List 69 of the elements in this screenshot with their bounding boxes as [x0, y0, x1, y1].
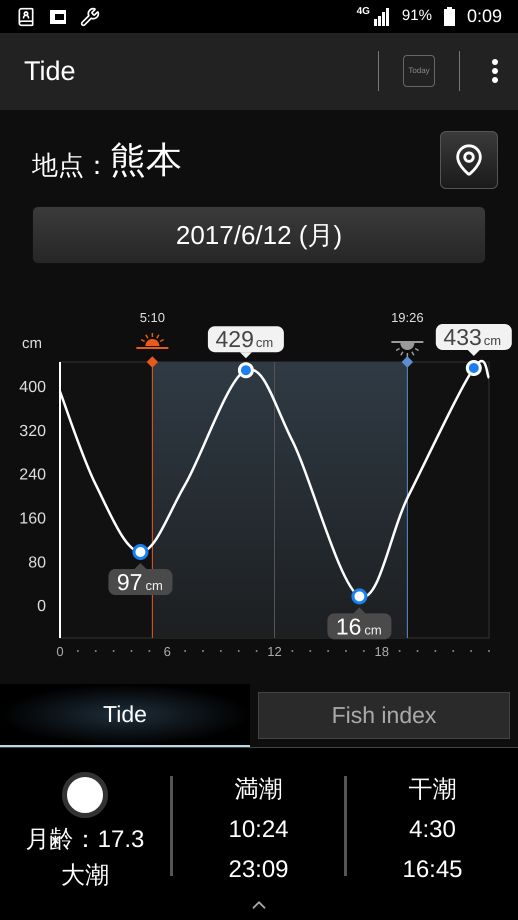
high-tide-point — [466, 360, 482, 376]
minor-tick-dot — [94, 650, 97, 652]
more-menu-icon[interactable] — [492, 59, 498, 84]
moon-phase-icon — [62, 772, 108, 818]
x-tick-label: 18 — [374, 644, 389, 660]
minor-tick-dot — [76, 650, 79, 652]
x-tick-label: 6 — [164, 644, 171, 660]
tide-type: 大潮 — [61, 861, 109, 891]
tide-time: 4:30 — [409, 815, 456, 845]
y-tick-label: 0 — [37, 598, 46, 616]
signal-icon — [374, 8, 390, 26]
minor-tick-dot — [362, 650, 365, 652]
minor-tick-dot — [256, 650, 258, 652]
minor-tick-dot — [202, 650, 204, 652]
location-pin-button[interactable] — [440, 130, 498, 189]
minor-tick-dot — [309, 650, 312, 652]
minor-tick-dot — [112, 650, 115, 652]
high-tide-callout: 433 cm — [436, 324, 512, 356]
low-tide-callout: 97 cm — [108, 563, 172, 596]
minor-tick-dot — [148, 650, 150, 652]
tide-time: 23:09 — [228, 855, 289, 885]
y-tick-label: 80 — [28, 554, 46, 572]
minor-tick-dot — [220, 650, 222, 652]
location-label: 地点： — [32, 148, 110, 182]
clock: 0:09 — [466, 5, 502, 28]
y-axis-unit: cm — [22, 335, 42, 352]
today-button[interactable]: Today — [403, 55, 435, 88]
tab[interactable]: Tide — [0, 684, 250, 747]
minor-tick-dot — [470, 650, 472, 652]
minor-tick-dot — [184, 650, 186, 652]
sunrise-icon — [136, 332, 168, 350]
minor-tick-dot — [434, 650, 436, 652]
high-tide-callout: 429 cm — [208, 326, 284, 358]
low-tide-callout: 16 cm — [327, 608, 392, 640]
app-title: Tide — [24, 55, 77, 88]
network-type: 4G — [356, 5, 370, 19]
battery-percent: 91% — [402, 6, 432, 26]
minor-tick-dot — [345, 650, 347, 652]
sun-time-label: 5:10 — [140, 310, 166, 326]
contacts-icon — [16, 6, 36, 27]
moon-age: 月齢：17.3 — [26, 825, 144, 855]
battery-icon — [444, 7, 455, 26]
y-tick-label: 320 — [19, 423, 46, 440]
high-tide-point — [238, 362, 254, 378]
minor-tick-dot — [488, 650, 490, 652]
x-tick-label: 0 — [56, 644, 64, 660]
tab[interactable]: Fish index — [258, 692, 510, 739]
minor-tick-dot — [130, 650, 132, 652]
sun-time-label: 19:26 — [391, 310, 424, 326]
minor-tick-dot — [452, 650, 454, 652]
low-tide-point — [132, 544, 148, 560]
date-button[interactable]: 2017/6/12 (月) — [32, 206, 486, 264]
tide-heading: 干潮 — [408, 775, 456, 805]
y-tick-label: 160 — [19, 510, 46, 528]
minor-tick-dot — [416, 650, 418, 652]
tide-time: 16:45 — [402, 855, 463, 885]
minor-tick-dot — [327, 650, 330, 652]
location-name: 熊本 — [110, 138, 182, 182]
minor-tick-dot — [238, 650, 240, 652]
low-tide-point — [351, 588, 368, 604]
minor-tick-dot — [291, 650, 294, 652]
y-tick-label: 400 — [19, 379, 46, 396]
minor-tick-dot — [398, 650, 401, 652]
tide-heading: 満潮 — [234, 775, 282, 805]
tide-time: 10:24 — [228, 815, 289, 845]
tools-icon — [80, 6, 100, 27]
x-tick-label: 12 — [267, 644, 282, 660]
y-tick-label: 240 — [19, 466, 46, 484]
sunset-icon — [391, 341, 424, 358]
